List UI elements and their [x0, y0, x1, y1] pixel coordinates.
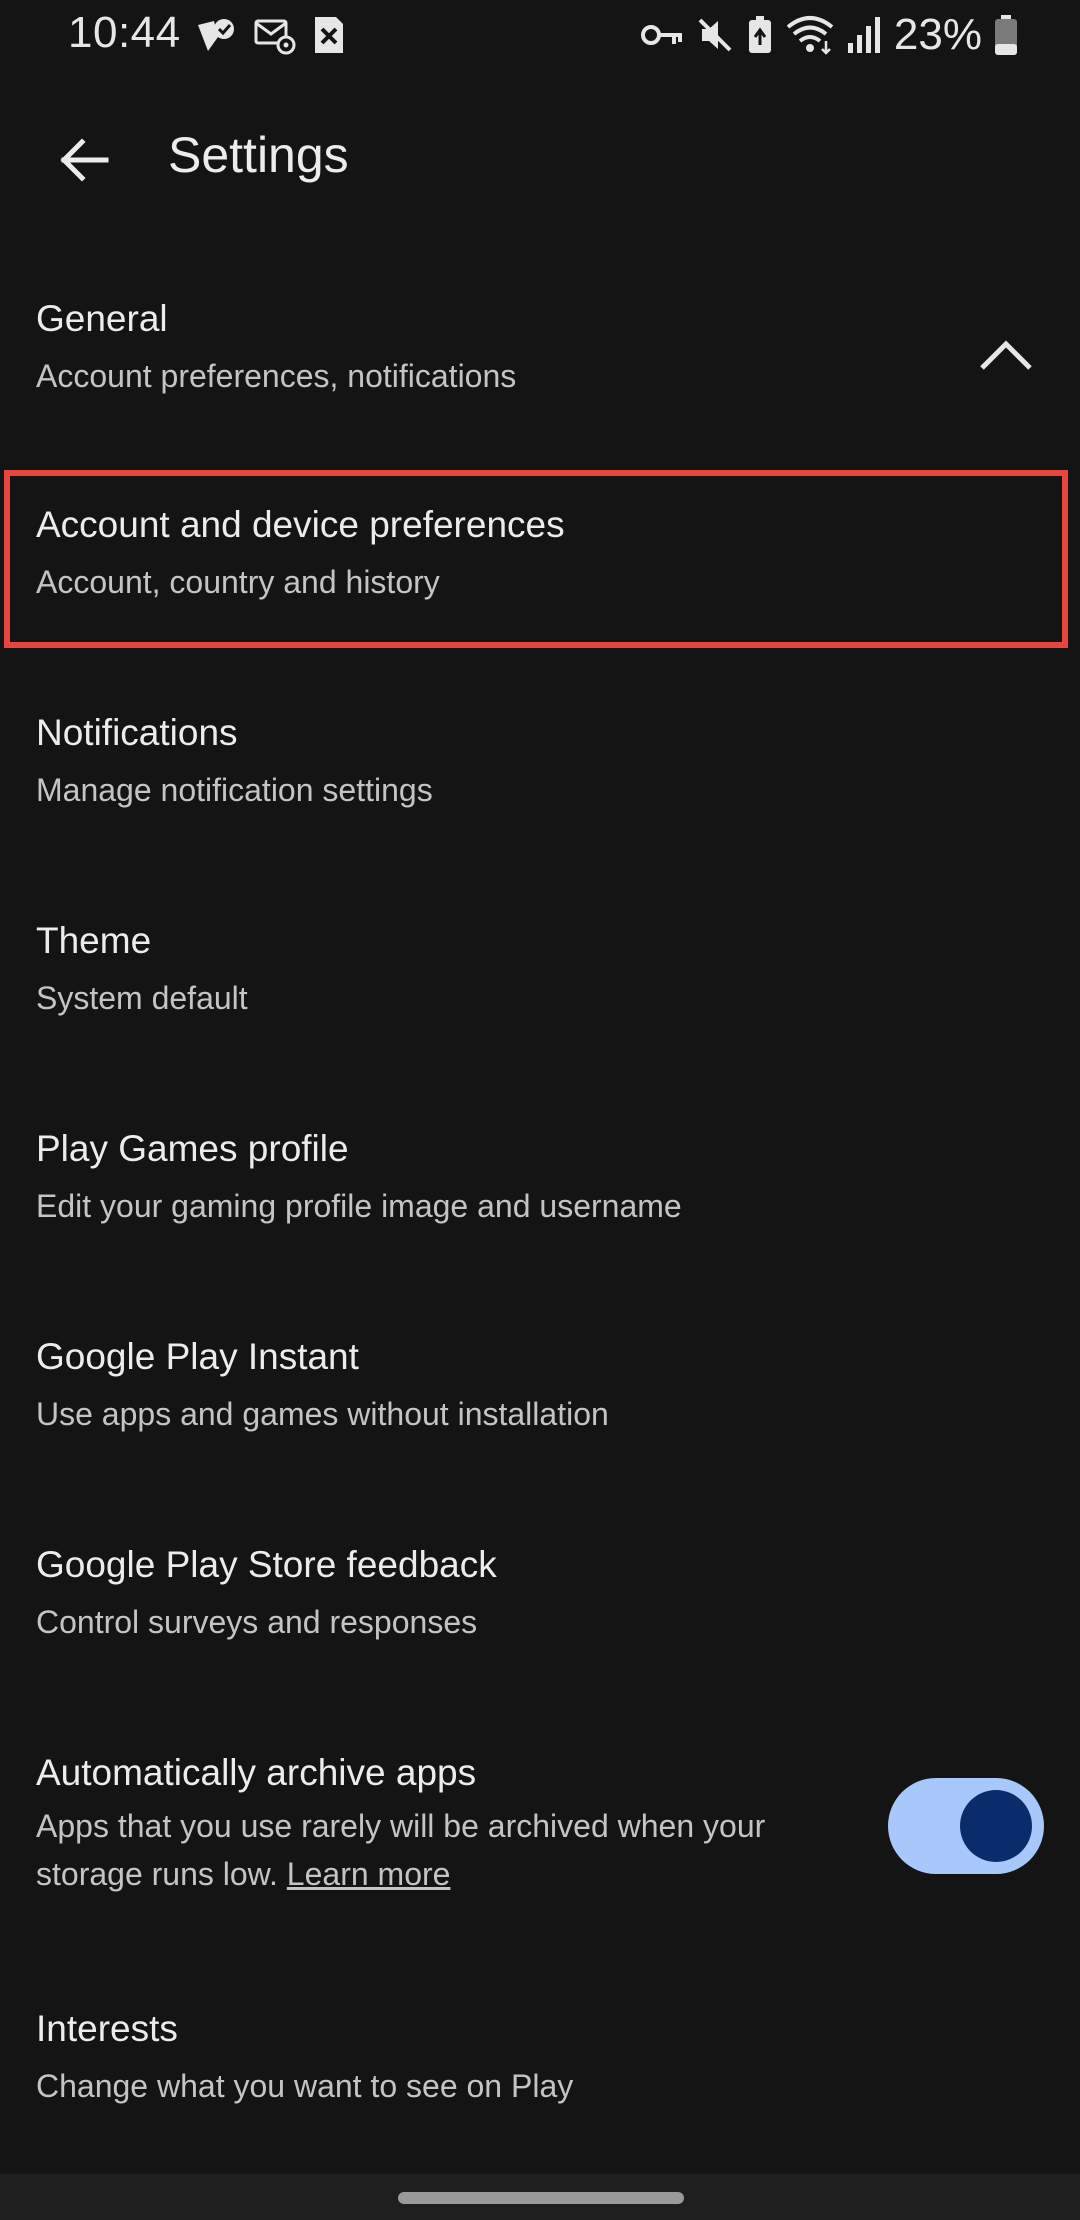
mute-icon	[696, 16, 734, 54]
delivery-check-icon	[194, 15, 238, 55]
item-subtitle: Account, country and history	[36, 564, 440, 600]
status-left-icons	[194, 12, 346, 58]
settings-item-notifications[interactable]: Notifications Manage notification settin…	[0, 694, 1080, 844]
email-settings-icon	[254, 15, 296, 55]
item-subtitle: System default	[36, 980, 248, 1016]
settings-item-google-play-instant[interactable]: Google Play Instant Use apps and games w…	[0, 1318, 1080, 1468]
item-title: Account and device preferences	[36, 504, 565, 545]
auto-archive-toggle[interactable]	[888, 1778, 1044, 1874]
app-bar: Settings	[0, 96, 1080, 216]
item-title: Automatically archive apps	[36, 1752, 477, 1793]
status-right-icons: 23%	[640, 10, 1018, 60]
battery-percent: 23%	[893, 10, 982, 59]
status-time: 10:44	[68, 8, 181, 57]
item-title: Google Play Instant	[36, 1336, 359, 1377]
item-title: Notifications	[36, 712, 238, 753]
settings-item-play-store-feedback[interactable]: Google Play Store feedback Control surve…	[0, 1526, 1080, 1676]
item-subtitle: Control surveys and responses	[36, 1604, 478, 1640]
battery-icon	[994, 14, 1018, 56]
item-subtitle: Account preferences, notifications	[36, 358, 517, 394]
chevron-up-icon[interactable]	[976, 334, 1036, 374]
settings-item-theme[interactable]: Theme System default	[0, 902, 1080, 1052]
settings-item-play-games-profile[interactable]: Play Games profile Edit your gaming prof…	[0, 1110, 1080, 1260]
item-subtitle: Edit your gaming profile image and usern…	[36, 1188, 682, 1224]
general-section-header[interactable]: General Account preferences, notificatio…	[0, 280, 1080, 430]
item-subtitle: Use apps and games without installation	[36, 1396, 609, 1432]
toggle-knob	[960, 1790, 1032, 1862]
item-title: Theme	[36, 920, 152, 961]
item-subtitle: Apps that you use rarely will be archive…	[36, 1802, 856, 1898]
arrow-back-icon	[56, 132, 112, 188]
wifi-icon	[786, 15, 834, 55]
item-subtitle: Manage notification settings	[36, 772, 433, 808]
item-title: Interests	[36, 2008, 178, 2049]
page-title: Settings	[168, 127, 349, 183]
status-bar: 10:44 23%	[0, 0, 1080, 72]
close-box-icon	[312, 15, 346, 55]
item-subtitle: Change what you want to see on Play	[36, 2068, 574, 2104]
item-title: General	[36, 298, 168, 339]
home-gesture-handle[interactable]	[398, 2192, 684, 2204]
settings-item-account-device-preferences[interactable]: Account and device preferences Account, …	[0, 486, 1080, 636]
cell-signal-icon	[846, 15, 882, 55]
settings-item-interests[interactable]: Interests Change what you want to see on…	[0, 1990, 1080, 2140]
learn-more-link[interactable]: Learn more	[287, 1856, 451, 1892]
item-title: Google Play Store feedback	[36, 1544, 497, 1585]
navigation-bar	[0, 2174, 1080, 2220]
vpn-key-icon	[640, 20, 684, 50]
item-title: Play Games profile	[36, 1128, 349, 1169]
back-button[interactable]	[44, 120, 124, 200]
battery-saver-icon	[746, 15, 774, 55]
